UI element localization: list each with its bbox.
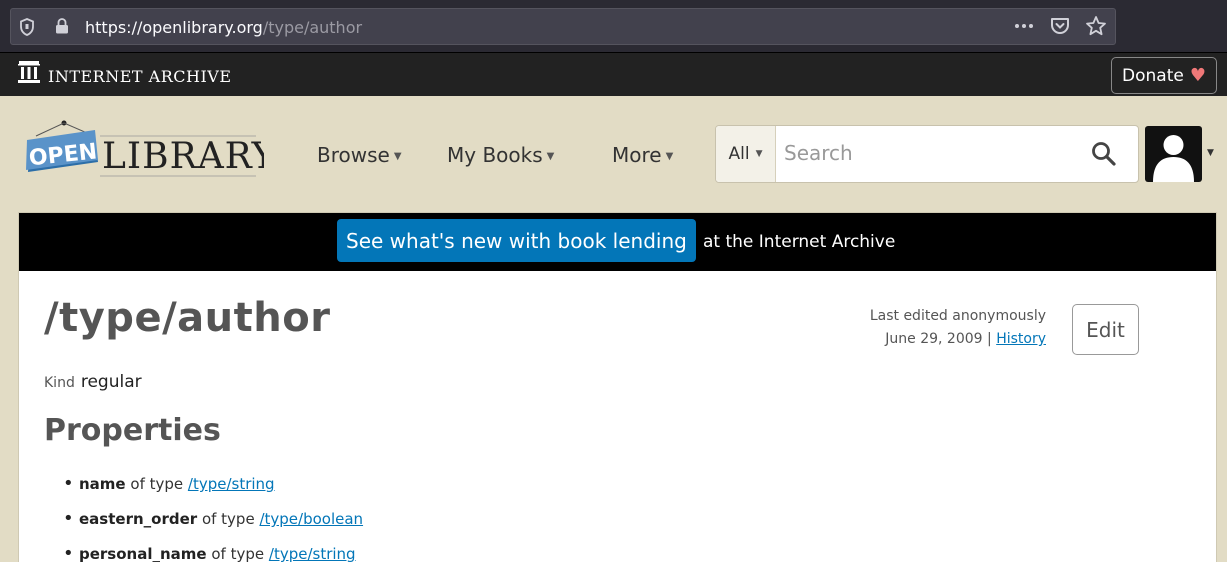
logo-library-text: LIBRARY xyxy=(102,136,264,177)
page-title: /type/author xyxy=(44,295,331,341)
list-item: name of type /type/string xyxy=(63,473,363,510)
browser-toolbar: https://openlibrary.org/type/author xyxy=(0,0,1227,52)
kind-value: regular xyxy=(80,372,142,392)
nav-more-label: More xyxy=(612,143,662,167)
url-path: /type/author xyxy=(262,18,363,37)
properties-list: name of type /type/string eastern_order … xyxy=(63,473,363,562)
internet-archive-logo-icon[interactable] xyxy=(18,60,40,84)
heart-icon: ♥ xyxy=(1189,65,1206,86)
url-bar[interactable]: https://openlibrary.org/type/author xyxy=(10,8,1116,45)
internet-archive-name[interactable]: INTERNET ARCHIVE xyxy=(48,67,232,86)
chevron-down-icon: ▼ xyxy=(546,151,555,162)
shield-icon[interactable] xyxy=(19,18,35,36)
list-item: eastern_order of type /type/boolean xyxy=(63,508,363,545)
banner-suffix-text: at the Internet Archive xyxy=(703,232,896,252)
edited-date: June 29, 2009 xyxy=(885,331,983,347)
more-actions-icon[interactable] xyxy=(1013,15,1035,37)
donate-button[interactable]: Donate ♥ xyxy=(1111,57,1217,94)
edit-button[interactable]: Edit xyxy=(1072,304,1139,355)
nav-my-books[interactable]: My Books ▼ xyxy=(447,143,554,167)
of-type-text: of type xyxy=(130,475,184,493)
url-text[interactable]: https://openlibrary.org/type/author xyxy=(85,18,362,37)
property-name: personal_name xyxy=(79,545,207,562)
internet-archive-bar: INTERNET ARCHIVE Donate ♥ xyxy=(0,52,1227,96)
open-library-logo[interactable]: OPEN LIBRARY xyxy=(24,118,264,182)
book-lending-link[interactable]: See what's new with book lending xyxy=(337,219,696,262)
lock-icon[interactable] xyxy=(55,18,69,34)
search-input[interactable] xyxy=(784,141,1084,165)
search-scope-label: All xyxy=(728,144,750,164)
bookmark-star-icon[interactable] xyxy=(1085,15,1107,37)
property-name: name xyxy=(79,475,126,493)
list-item: personal_name of type /type/string xyxy=(63,543,363,562)
nav-browse[interactable]: Browse ▼ xyxy=(317,143,402,167)
property-type-link[interactable]: /type/boolean xyxy=(259,510,363,528)
kind-label: Kind xyxy=(44,375,75,391)
nav-browse-label: Browse xyxy=(317,143,390,167)
properties-heading: Properties xyxy=(44,413,221,448)
edit-info: Last edited anonymously June 29, 2009 | … xyxy=(870,305,1046,351)
nav-more[interactable]: More ▼ xyxy=(612,143,673,167)
donate-label: Donate xyxy=(1122,65,1184,86)
announcement-banner: See what's new with book lending at the … xyxy=(19,213,1216,271)
separator: | xyxy=(987,331,992,347)
chevron-down-icon: ▼ xyxy=(665,151,674,162)
property-name: eastern_order xyxy=(79,510,198,528)
chevron-down-icon: ▼ xyxy=(393,151,402,162)
of-type-text: of type xyxy=(201,510,255,528)
nav-my-books-label: My Books xyxy=(447,143,543,167)
chevron-down-icon: ▼ xyxy=(755,149,763,159)
property-type-link[interactable]: /type/string xyxy=(188,475,275,493)
of-type-text: of type xyxy=(211,545,265,562)
search-box: All ▼ xyxy=(715,125,1139,183)
url-host: https://openlibrary.org xyxy=(85,18,263,37)
search-icon[interactable] xyxy=(1090,140,1118,168)
pocket-icon[interactable] xyxy=(1049,15,1071,37)
last-edited-text: Last edited anonymously xyxy=(869,308,1046,324)
property-type-link[interactable]: /type/string xyxy=(269,545,356,562)
history-link[interactable]: History xyxy=(996,331,1046,347)
content-card: See what's new with book lending at the … xyxy=(18,212,1217,562)
user-avatar-icon xyxy=(1153,135,1194,182)
kind-row: Kind regular xyxy=(44,372,142,392)
search-scope-select[interactable]: All ▼ xyxy=(716,126,776,182)
account-avatar-button[interactable] xyxy=(1145,126,1202,182)
account-menu-chevron-icon[interactable]: ▼ xyxy=(1207,148,1214,158)
